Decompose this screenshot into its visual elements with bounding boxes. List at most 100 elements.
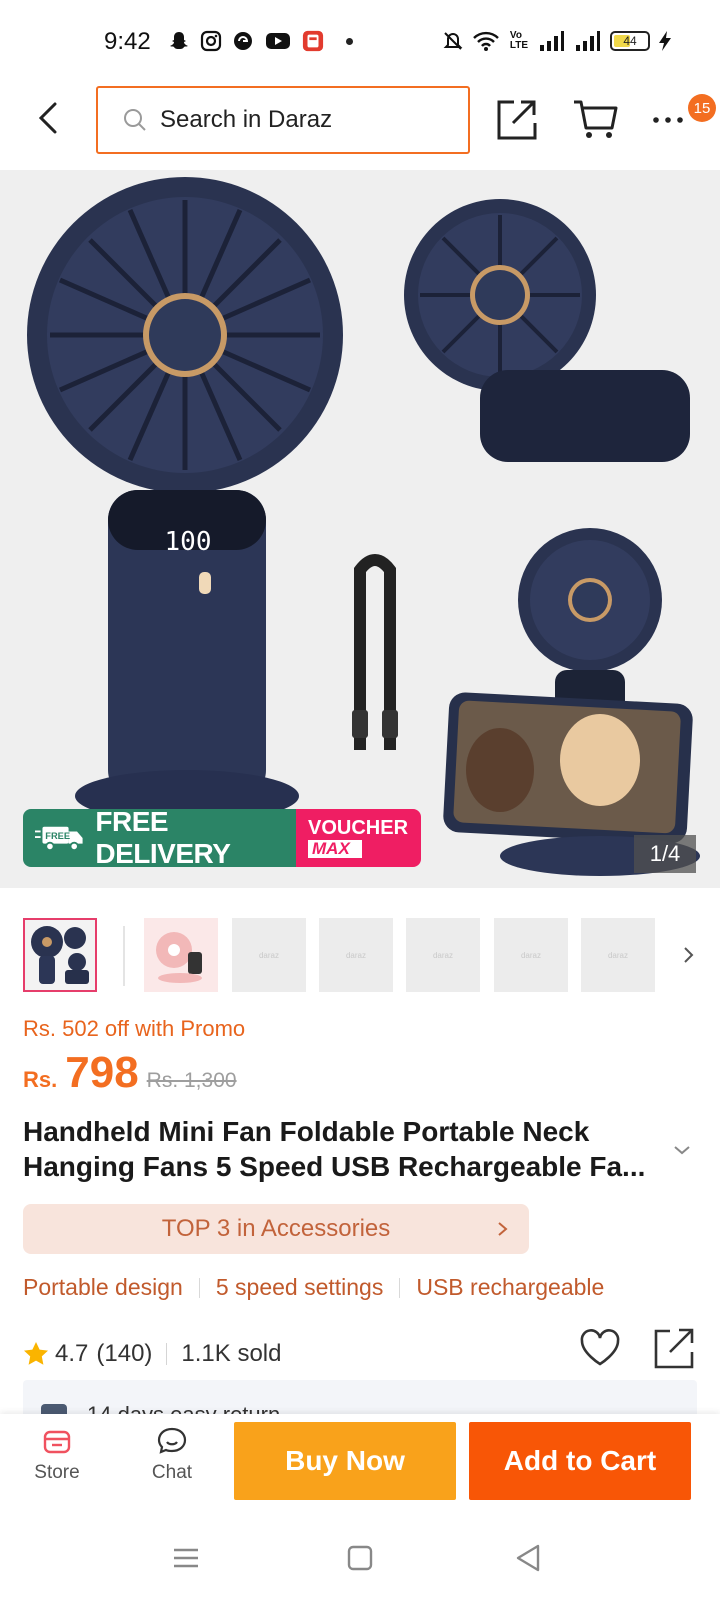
share-product-button[interactable] [652, 1326, 696, 1370]
voucher-label: VOUCHER [308, 817, 409, 839]
signal-2-icon [574, 30, 602, 52]
delivery-voucher-banner: FREE FREE DELIVERY VOUCHER MAX [23, 809, 421, 867]
thumbnail-next-button[interactable] [675, 938, 705, 972]
buy-now-button[interactable]: Buy Now [234, 1422, 456, 1500]
image-counter: 1/4 [634, 835, 696, 873]
status-time: 9:42 [104, 28, 151, 55]
rating-divider [166, 1343, 168, 1365]
system-icons: Vo LTE 44 [442, 30, 672, 52]
free-delivery-label: FREE DELIVERY [95, 809, 231, 867]
charging-icon [658, 30, 672, 52]
chat-button[interactable]: Chat [127, 1426, 217, 1484]
bottom-action-bar: Store Chat Buy Now Add to Cart [0, 1414, 720, 1510]
battery-percent: 44 [623, 34, 637, 48]
home-square-icon [347, 1545, 373, 1571]
product-image-carousel[interactable]: 100 FREE FREE DELIVERY VOUCHER MAX 1/4 [0, 170, 720, 888]
cart-button[interactable] [572, 98, 618, 140]
top-header: Search in Daraz [0, 84, 720, 156]
feature-tag: Portable design [23, 1274, 183, 1300]
thumbnail-6[interactable]: daraz [494, 918, 568, 992]
battery-indicator: 44 [610, 31, 650, 51]
fan-display-readout: 100 [165, 527, 212, 557]
search-input[interactable]: Search in Daraz [96, 86, 470, 154]
snapchat-icon [168, 30, 190, 52]
cart-icon [574, 100, 618, 138]
feature-tag: 5 speed settings [215, 1274, 384, 1300]
store-label: Store [34, 1462, 80, 1483]
promo-text: Rs. 502 off with Promo [23, 1016, 246, 1041]
chevron-right-icon [498, 1222, 508, 1236]
voucher-max-tag: VOUCHER MAX [296, 809, 421, 867]
instagram-icon [200, 30, 222, 52]
thumbnail-strip: daraz daraz daraz daraz daraz [23, 918, 720, 994]
share-button[interactable] [496, 98, 538, 140]
store-icon [43, 1430, 71, 1454]
system-back-button[interactable] [508, 1538, 548, 1578]
add-to-cart-button[interactable]: Add to Cart [469, 1422, 691, 1500]
status-bar: 9:42 Vo LTE 44 [0, 0, 720, 80]
feature-tag: USB rechargeable [416, 1274, 605, 1300]
more-notifications-dot [346, 37, 353, 45]
store-button[interactable]: Store [12, 1426, 102, 1484]
price-row: Rs. 798 Rs. 1,300 [23, 1048, 237, 1098]
feature-tags: Portable design 5 speed settings USB rec… [23, 1274, 604, 1301]
thumbnail-5[interactable]: daraz [406, 918, 480, 992]
thumbnail-3[interactable]: daraz [232, 918, 306, 992]
search-placeholder: Search in Daraz [160, 106, 333, 133]
thumbnail-4[interactable]: daraz [319, 918, 393, 992]
thumbnail-2[interactable] [144, 918, 218, 992]
back-triangle-icon [516, 1544, 540, 1572]
youtube-icon [264, 30, 292, 52]
heart-icon [580, 1329, 620, 1366]
mute-icon [442, 30, 464, 52]
browser-icon [232, 30, 254, 52]
volte-icon: Vo LTE [509, 30, 529, 51]
currency-label: Rs. [23, 1067, 58, 1092]
home-button[interactable] [340, 1538, 380, 1578]
ranking-label: TOP 3 in Accessories [161, 1215, 391, 1242]
rating-value: 4.7 [55, 1340, 89, 1367]
app-notification-icon [302, 30, 324, 52]
wishlist-button[interactable] [578, 1326, 622, 1370]
share-icon [654, 1328, 694, 1369]
back-arrow-icon [38, 102, 57, 134]
chevron-down-icon [674, 1146, 690, 1155]
sold-count: 1.1K sold [181, 1340, 282, 1367]
recent-apps-button[interactable] [166, 1538, 206, 1578]
chevron-right-icon [684, 947, 694, 963]
signal-icon [538, 30, 566, 52]
original-price: Rs. 1,300 [146, 1069, 237, 1092]
lanyard-illustration [352, 554, 398, 750]
thumbnail-image [156, 932, 202, 983]
ranking-badge[interactable]: TOP 3 in Accessories [23, 1204, 529, 1254]
product-title: Handheld Mini Fan Foldable Portable Neck… [23, 1116, 646, 1182]
system-navigation-bar [0, 1510, 720, 1600]
delivery-truck-icon: FREE [35, 826, 83, 852]
chat-label: Chat [151, 1462, 193, 1483]
folded-fan-illustration [404, 199, 690, 462]
chat-icon [157, 1427, 187, 1454]
free-delivery-tag: FREE FREE DELIVERY [23, 809, 296, 867]
free-tag-text: FREE [45, 831, 70, 841]
thumbnail-7[interactable]: daraz [581, 918, 655, 992]
fan-with-phone-illustration [443, 528, 700, 876]
notification-icons [168, 30, 353, 52]
rating-count[interactable]: (140) [96, 1340, 152, 1368]
thumbnail-1[interactable] [23, 918, 97, 992]
handheld-fan-illustration: 100 [27, 177, 343, 822]
menu-icon [174, 1548, 198, 1568]
product-photo: 100 [27, 177, 700, 876]
share-icon [497, 100, 537, 140]
feature-divider [198, 1277, 200, 1298]
star-icon [24, 1342, 48, 1365]
thumbnail-image [31, 926, 89, 984]
wifi-icon [472, 30, 500, 52]
expand-title-button[interactable] [670, 1138, 694, 1162]
thumbnail-divider [123, 926, 125, 986]
max-label: MAX [308, 840, 362, 858]
search-icon [124, 109, 146, 131]
feature-divider [399, 1277, 401, 1298]
cart-count-badge: 15 [688, 94, 716, 122]
current-price: 798 [65, 1048, 139, 1097]
back-button[interactable] [28, 98, 68, 138]
